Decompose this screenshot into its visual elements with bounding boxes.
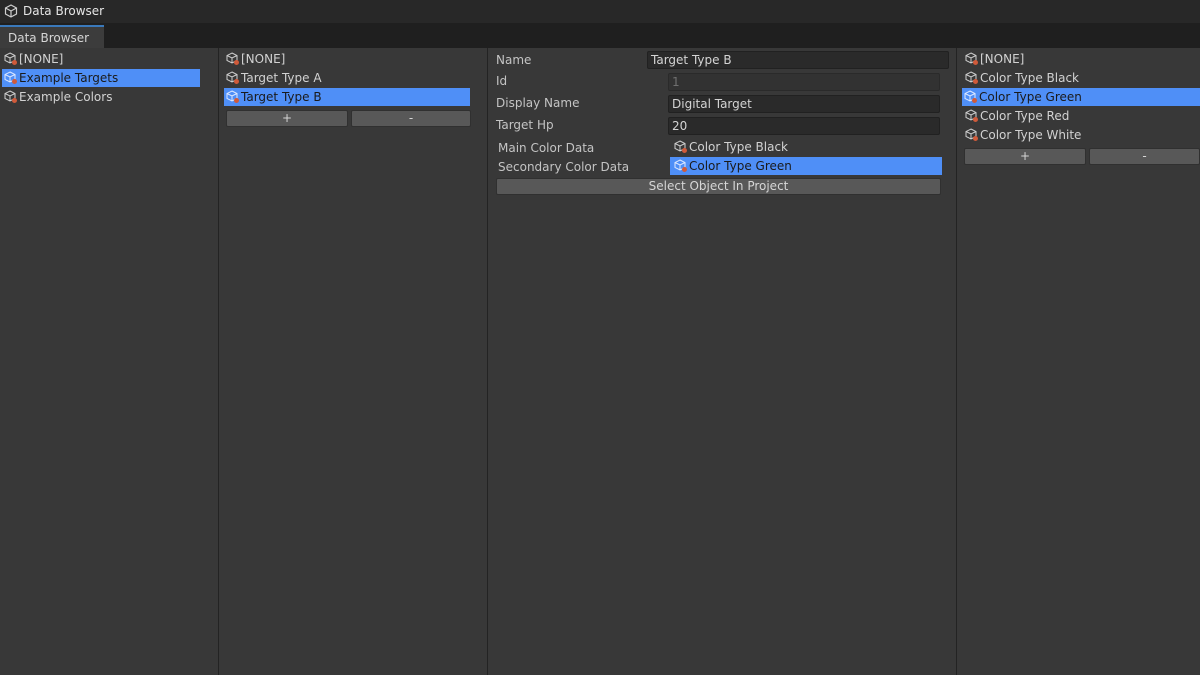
name-field[interactable]: Target Type B	[647, 51, 949, 69]
name-label: Name	[496, 53, 532, 67]
window-titlebar: Data Browser	[0, 0, 1200, 23]
target-item-none[interactable]: [NONE]	[224, 50, 470, 68]
color-item-label: [NONE]	[980, 52, 1025, 66]
category-item-label: Example Colors	[19, 90, 113, 104]
scriptable-object-icon	[965, 52, 978, 65]
category-list-panel: [NONE] Example Targets Example Colors	[0, 48, 218, 675]
color-item-label: Color Type Red	[980, 109, 1070, 123]
scriptable-object-icon	[965, 128, 978, 141]
scriptable-object-icon	[964, 90, 977, 103]
target-list-panel: [NONE] Target Type A Target Type B + -	[219, 48, 487, 675]
color-item-red[interactable]: Color Type Red	[963, 107, 1200, 125]
color-item-label: Color Type Green	[979, 90, 1082, 104]
remove-color-button[interactable]: -	[1089, 148, 1200, 165]
category-item-example-targets[interactable]: Example Targets	[2, 69, 200, 87]
target-item-label: [NONE]	[241, 52, 286, 66]
tab-data-browser[interactable]: Data Browser	[0, 25, 104, 48]
color-item-label: Color Type Black	[980, 71, 1079, 85]
main-color-label: Main Color Data	[498, 141, 595, 155]
color-item-green[interactable]: Color Type Green	[962, 88, 1200, 106]
add-color-button[interactable]: +	[964, 148, 1086, 165]
scriptable-object-icon	[226, 52, 239, 65]
secondary-color-object-field[interactable]: Color Type Green	[670, 157, 942, 175]
display-name-field[interactable]: Digital Target	[668, 95, 940, 113]
tab-label: Data Browser	[8, 31, 90, 45]
scriptable-object-icon	[4, 4, 18, 18]
select-object-in-project-button[interactable]: Select Object In Project	[496, 178, 941, 195]
target-hp-label: Target Hp	[496, 118, 554, 132]
secondary-color-label: Secondary Color Data	[498, 160, 630, 174]
secondary-color-value: Color Type Green	[689, 159, 792, 173]
id-field: 1	[668, 73, 940, 91]
target-item-label: Target Type B	[241, 90, 322, 104]
tab-strip: Data Browser	[0, 23, 1200, 48]
scriptable-object-icon	[674, 140, 687, 153]
category-item-example-colors[interactable]: Example Colors	[2, 88, 200, 106]
window-title: Data Browser	[23, 4, 105, 18]
color-list-panel: [NONE] Color Type Black Color Type Green…	[957, 48, 1200, 675]
category-item-label: Example Targets	[19, 71, 119, 85]
main-color-object-field[interactable]: Color Type Black	[670, 138, 942, 156]
scriptable-object-icon	[674, 159, 687, 172]
scriptable-object-icon	[226, 90, 239, 103]
scriptable-object-icon	[965, 71, 978, 84]
scriptable-object-icon	[226, 71, 239, 84]
target-hp-field[interactable]: 20	[668, 117, 940, 135]
scriptable-object-icon	[4, 90, 17, 103]
display-name-label: Display Name	[496, 96, 580, 110]
color-item-black[interactable]: Color Type Black	[963, 69, 1200, 87]
color-item-none[interactable]: [NONE]	[963, 50, 1200, 68]
target-item-type-b[interactable]: Target Type B	[224, 88, 470, 106]
category-item-label: [NONE]	[19, 52, 64, 66]
id-label: Id	[496, 74, 508, 88]
target-item-type-a[interactable]: Target Type A	[224, 69, 470, 87]
main-color-value: Color Type Black	[689, 140, 788, 154]
add-target-button[interactable]: +	[226, 110, 348, 127]
remove-target-button[interactable]: -	[351, 110, 471, 127]
scriptable-object-icon	[4, 71, 17, 84]
scriptable-object-icon	[4, 52, 17, 65]
target-item-label: Target Type A	[241, 71, 322, 85]
scriptable-object-icon	[965, 109, 978, 122]
inspector-panel: Name Target Type B Id 1 Display Name Dig…	[488, 48, 956, 675]
color-item-white[interactable]: Color Type White	[963, 126, 1200, 144]
color-item-label: Color Type White	[980, 128, 1082, 142]
category-item-none[interactable]: [NONE]	[2, 50, 200, 68]
